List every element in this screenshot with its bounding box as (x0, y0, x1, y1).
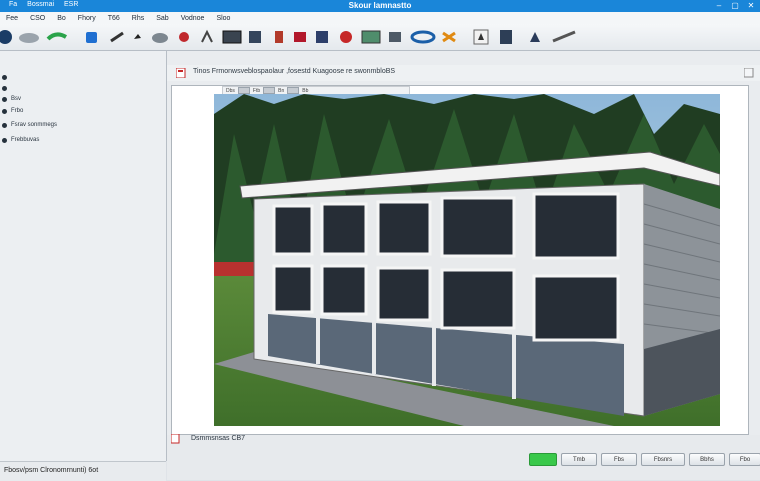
pen-icon[interactable] (108, 28, 126, 46)
action-button[interactable]: Fbsnrs (641, 453, 685, 466)
path-bar: Tinos Frmonwsveblospaolaur ,fosestd Kuag… (167, 65, 760, 81)
bucket-icon[interactable] (82, 28, 100, 46)
action-button[interactable]: Bbhs (689, 453, 725, 466)
globe-icon[interactable] (0, 28, 14, 46)
viewer-tool-icon[interactable] (263, 87, 276, 94)
sidebar-item[interactable]: Frbo (2, 108, 23, 114)
menu-item[interactable]: Sab (150, 15, 174, 22)
building-render (214, 94, 720, 426)
marker-icon[interactable] (270, 28, 288, 46)
ticket-icon[interactable] (497, 28, 515, 46)
sidebar-item[interactable]: Bsv (2, 96, 21, 102)
bullet-icon (2, 86, 7, 91)
expand-icon[interactable] (744, 68, 754, 78)
main-area: Tinos Frmonwsveblospaolaur ,fosestd Kuag… (167, 51, 760, 480)
toolbar (0, 24, 760, 51)
menu-item[interactable]: Fee (0, 15, 24, 22)
menu-item[interactable]: Sloo (210, 15, 236, 22)
menu-item[interactable]: CSO (24, 15, 51, 22)
viewer-tool-icon[interactable] (237, 87, 250, 94)
book-icon[interactable] (246, 28, 264, 46)
pin-icon[interactable] (440, 28, 458, 46)
window-title: Skour lamnastto (348, 1, 412, 10)
action-button[interactable]: Fbs (601, 453, 637, 466)
close-button[interactable]: ✕ (744, 0, 758, 11)
link-icon[interactable] (526, 28, 544, 46)
sidebar-item[interactable]: Frebbuvas (2, 137, 39, 143)
panel-label: Dsmmsnsas CB7 (191, 435, 246, 442)
title-bar: Fa Bossmai ESR Skour lamnastto – ▢ ✕ (0, 0, 760, 12)
bullet-icon (2, 137, 7, 143)
link-icon[interactable] (550, 28, 578, 46)
maximize-button[interactable]: ▢ (728, 0, 742, 11)
ok-button[interactable] (529, 453, 557, 466)
bridge-icon[interactable] (386, 28, 404, 46)
status-bar: Fbosv/psm Clronomrnunti) 6ot (0, 461, 166, 481)
picture-icon[interactable] (337, 28, 355, 46)
menu-item[interactable]: Rhs (126, 15, 150, 22)
document-icon[interactable] (176, 68, 186, 78)
sidebar-item[interactable] (2, 86, 11, 91)
shape-icon[interactable] (313, 28, 331, 46)
bullet-icon (2, 96, 7, 102)
record-icon[interactable] (175, 28, 193, 46)
action-button[interactable]: Tmb (561, 453, 597, 466)
bottom-panel: Dsmmsnsas CB7 Tmb Fbs Fbsnrs Bbhs Fbo (167, 434, 760, 480)
button-row: Tmb Fbs Fbsnrs Bbhs Fbo (529, 453, 760, 466)
document-icon[interactable] (171, 434, 181, 444)
document-path: Tinos Frmonwsveblospaolaur ,fosestd Kuag… (193, 68, 396, 75)
minimize-button[interactable]: – (712, 0, 726, 11)
lock-icon[interactable] (361, 28, 381, 46)
image-viewer[interactable]: Dbs Ftb Bn Bb (171, 85, 749, 435)
phone-icon[interactable] (472, 28, 490, 46)
menu-item[interactable]: Fhory (72, 15, 102, 22)
frame-icon[interactable] (222, 28, 242, 46)
brush-icon[interactable] (46, 28, 68, 46)
bullet-icon (2, 108, 7, 114)
status-text: Fbosv/psm Clronomrnunti) 6ot (4, 467, 99, 474)
viewer-tool-icon[interactable] (287, 87, 300, 94)
menu-item[interactable]: T66 (102, 15, 126, 22)
viewer-label[interactable]: Bb (302, 88, 308, 94)
bullet-icon (2, 75, 7, 80)
hook-icon[interactable] (128, 28, 146, 46)
viewer-label[interactable]: Bn (278, 88, 284, 94)
hammer-icon[interactable] (150, 28, 170, 46)
flag-icon[interactable] (291, 28, 309, 46)
viewer-label[interactable]: Ftb (253, 88, 260, 94)
tools-icon[interactable] (410, 28, 436, 46)
bullet-icon (2, 122, 7, 128)
viewer-label[interactable]: Dbs (226, 88, 235, 94)
sidebar-item[interactable] (2, 75, 11, 80)
cloud-icon[interactable] (18, 28, 40, 46)
cut-icon[interactable] (198, 28, 216, 46)
menu-item[interactable]: Vodnoe (175, 15, 211, 22)
action-button[interactable]: Fbo (729, 453, 760, 466)
sidebar: Bsv Frbo Fsrav sonmmegs Frebbuvas (0, 51, 167, 461)
window-controls: – ▢ ✕ (712, 0, 758, 11)
sidebar-item[interactable]: Fsrav sonmmegs (2, 122, 57, 128)
menu-item[interactable]: Bo (51, 15, 72, 22)
